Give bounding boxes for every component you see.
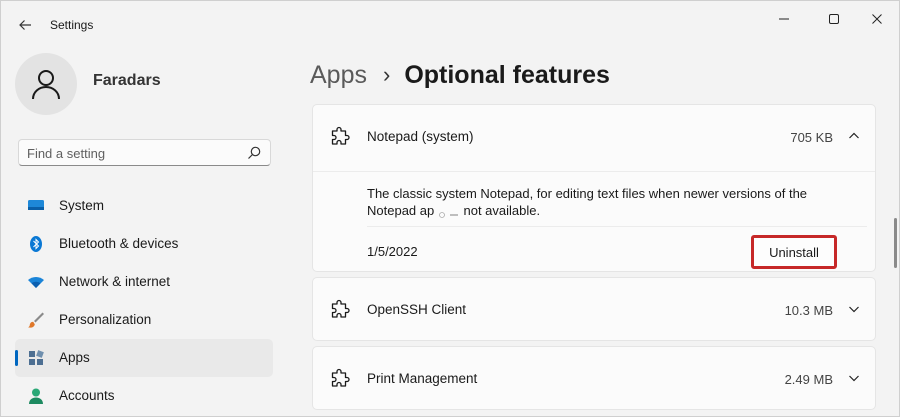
sidebar-item-label: Network & internet (59, 274, 171, 289)
minimize-icon (779, 18, 789, 20)
window-title: Settings (50, 18, 94, 32)
description-fragment: not available. (463, 203, 541, 218)
sidebar-item-label: System (59, 198, 105, 213)
search-input[interactable] (27, 144, 237, 162)
install-date: 1/5/2022 (367, 244, 418, 259)
divider (367, 226, 867, 227)
user-avatar-icon (32, 70, 60, 100)
sidebar-item-system[interactable]: System (15, 187, 273, 225)
avatar (15, 53, 77, 115)
close-icon (872, 14, 882, 24)
description-line: Notepad ap not available. (367, 202, 837, 219)
feature-name: Print Management (367, 371, 478, 386)
chevron-up-icon[interactable] (845, 127, 863, 145)
back-button[interactable] (11, 11, 39, 39)
feature-header[interactable]: Notepad (system) 705 KB (313, 105, 875, 169)
feature-card-notepad: Notepad (system) 705 KB The classic syst… (312, 104, 876, 272)
maximize-button[interactable] (816, 7, 852, 31)
sidebar-item-label: Apps (59, 350, 90, 365)
profile-name: Faradars (93, 72, 161, 89)
cursor-overlay-icon (438, 207, 460, 218)
bluetooth-icon (27, 235, 45, 253)
breadcrumb-separator: › (382, 62, 391, 87)
feature-name: Notepad (system) (367, 129, 474, 144)
sidebar-item-bluetooth[interactable]: Bluetooth & devices (15, 225, 273, 263)
feature-card-openssh[interactable]: OpenSSH Client 10.3 MB (312, 277, 876, 341)
breadcrumb-parent[interactable]: Apps (310, 61, 367, 90)
active-indicator (15, 350, 18, 366)
sidebar-item-label: Personalization (59, 312, 152, 327)
sidebar-item-network[interactable]: Network & internet (15, 263, 273, 301)
sidebar-item-label: Accounts (59, 388, 115, 403)
feature-details: The classic system Notepad, for editing … (313, 171, 875, 269)
puzzle-icon (331, 368, 350, 387)
arrow-left-icon (19, 20, 31, 30)
title-bar: Settings (1, 1, 899, 49)
sidebar-item-label: Bluetooth & devices (59, 236, 179, 251)
apps-icon (27, 349, 45, 367)
sidebar-item-accounts[interactable]: Accounts (15, 377, 273, 415)
uninstall-button[interactable]: Uninstall (751, 235, 837, 269)
chevron-down-icon[interactable] (845, 300, 863, 318)
puzzle-icon (331, 299, 350, 318)
description-line: The classic system Notepad, for editing … (367, 186, 808, 201)
feature-description: The classic system Notepad, for editing … (367, 185, 837, 219)
sidebar-item-personalization[interactable]: Personalization (15, 301, 273, 339)
feature-size: 10.3 MB (784, 303, 833, 318)
feature-header[interactable]: Print Management 2.49 MB (313, 347, 875, 411)
search-icon[interactable] (246, 145, 262, 161)
description-fragment: Notepad ap (367, 203, 435, 218)
monitor-icon (27, 197, 45, 215)
feature-card-print-management[interactable]: Print Management 2.49 MB (312, 346, 876, 410)
feature-size: 705 KB (790, 130, 833, 145)
sidebar-item-apps[interactable]: Apps (15, 339, 273, 377)
feature-header[interactable]: OpenSSH Client 10.3 MB (313, 278, 875, 342)
person-icon (27, 387, 45, 405)
sidebar-nav: System Bluetooth & devices Network & int… (15, 187, 273, 415)
search-box[interactable] (18, 139, 271, 166)
feature-name: OpenSSH Client (367, 302, 467, 317)
maximize-icon (829, 14, 839, 24)
feature-size: 2.49 MB (784, 372, 833, 387)
scrollbar-thumb[interactable] (894, 218, 897, 268)
page-title: Optional features (404, 60, 610, 89)
brush-icon (27, 311, 45, 329)
puzzle-icon (331, 126, 350, 145)
wifi-icon (27, 273, 45, 291)
chevron-down-icon[interactable] (845, 369, 863, 387)
close-button[interactable] (859, 7, 895, 31)
minimize-button[interactable] (766, 7, 802, 31)
settings-window: Settings Faradars Find a setting System … (0, 0, 900, 417)
breadcrumb: Apps › Optional features (310, 57, 610, 93)
